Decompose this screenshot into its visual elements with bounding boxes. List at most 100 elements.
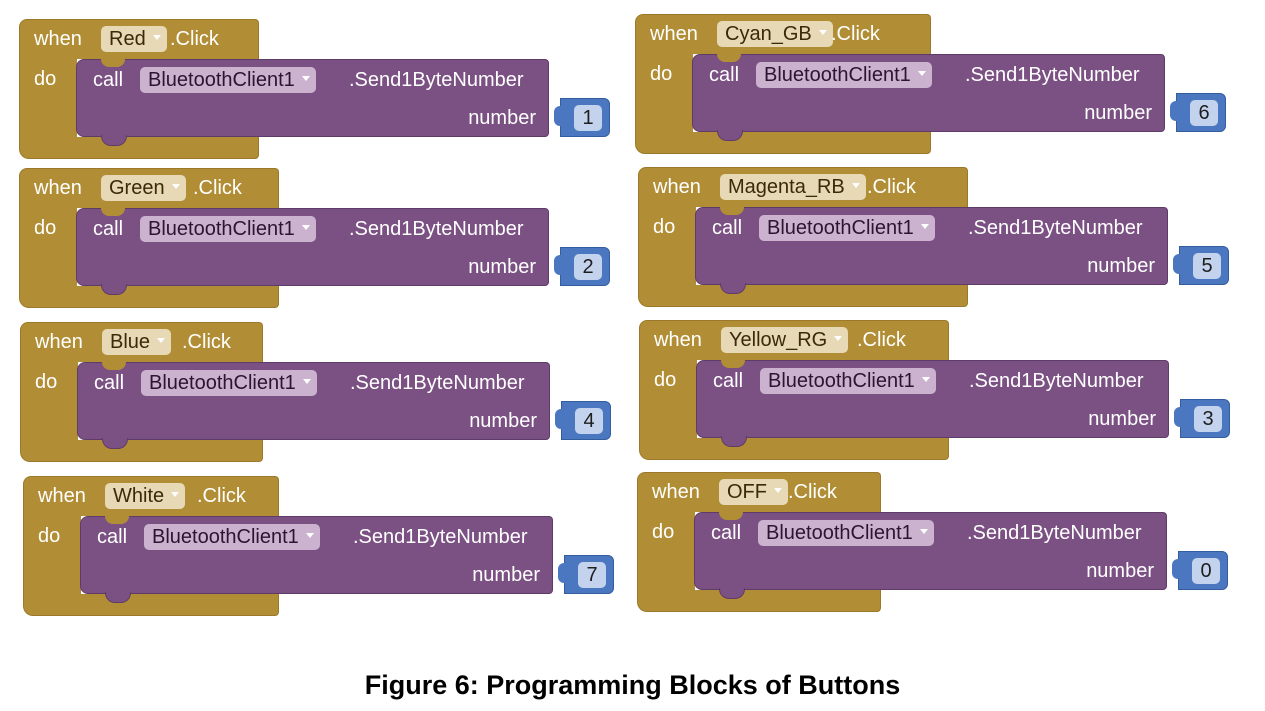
number-block[interactable]: 3: [1174, 399, 1230, 438]
number-block[interactable]: 5: [1173, 246, 1229, 285]
component-name: Red: [109, 28, 146, 50]
device-dropdown[interactable]: BluetoothClient1: [756, 62, 932, 88]
argument-label: number: [468, 256, 536, 278]
call-keyword: call: [93, 218, 124, 240]
number-block[interactable]: 4: [555, 401, 611, 440]
component-name: White: [113, 485, 165, 507]
component-dropdown[interactable]: Blue: [102, 329, 172, 355]
event-block-off[interactable]: when OFF .Click do call BluetoothClient1…: [637, 472, 1247, 614]
component-dropdown[interactable]: Red: [101, 26, 167, 52]
dropdown-caret-icon[interactable]: [171, 492, 180, 498]
number-value[interactable]: 7: [578, 562, 606, 588]
device-dropdown[interactable]: BluetoothClient1: [760, 368, 936, 394]
event-block-cyan_gb[interactable]: when Cyan_GB .Click do call BluetoothCli…: [635, 14, 1245, 156]
call-keyword: call: [97, 526, 128, 548]
component-dropdown[interactable]: Magenta_RB: [720, 174, 866, 200]
event-footer: [20, 440, 263, 462]
event-block-green[interactable]: when Green .Click do call BluetoothClien…: [19, 168, 629, 310]
number-block[interactable]: 0: [1172, 551, 1228, 590]
dropdown-caret-icon[interactable]: [302, 379, 311, 385]
event-block-red[interactable]: when Red .Click do call BluetoothClient1…: [19, 19, 629, 161]
event-block-white[interactable]: when White .Click do call BluetoothClien…: [23, 476, 633, 618]
number-value[interactable]: 3: [1194, 406, 1222, 432]
argument-label: number: [472, 564, 540, 586]
call-keyword: call: [713, 370, 744, 392]
method-name: .Send1ByteNumber: [353, 526, 528, 548]
dropdown-caret-icon[interactable]: [157, 338, 166, 344]
connector-notch: [105, 516, 129, 524]
dropdown-caret-icon[interactable]: [301, 225, 310, 231]
dropdown-caret-icon[interactable]: [818, 30, 827, 36]
dropdown-caret-icon[interactable]: [851, 183, 860, 189]
event-footer: [19, 286, 279, 308]
method-name: .Send1ByteNumber: [349, 218, 524, 240]
do-keyword: do: [34, 217, 57, 239]
event-name: .Click: [831, 23, 880, 45]
event-name: .Click: [170, 28, 219, 50]
device-dropdown[interactable]: BluetoothClient1: [759, 215, 935, 241]
call-block[interactable]: call BluetoothClient1 .Send1ByteNumber n…: [76, 59, 549, 146]
component-name: Yellow_RG: [729, 329, 828, 351]
number-value[interactable]: 5: [1193, 253, 1221, 279]
device-dropdown[interactable]: BluetoothClient1: [758, 520, 934, 546]
component-name: Green: [109, 177, 165, 199]
call-block[interactable]: call BluetoothClient1 .Send1ByteNumber n…: [694, 512, 1167, 599]
dropdown-caret-icon[interactable]: [152, 35, 161, 41]
do-keyword: do: [653, 216, 676, 238]
do-keyword: do: [650, 63, 673, 85]
component-dropdown[interactable]: Yellow_RG: [721, 327, 849, 353]
method-name: .Send1ByteNumber: [350, 372, 525, 394]
connector-notch: [717, 54, 741, 62]
call-block[interactable]: call BluetoothClient1 .Send1ByteNumber n…: [80, 516, 553, 603]
device-name: BluetoothClient1: [149, 372, 296, 394]
call-keyword: call: [94, 372, 125, 394]
argument-label: number: [468, 107, 536, 129]
dropdown-caret-icon[interactable]: [774, 488, 782, 494]
device-dropdown[interactable]: BluetoothClient1: [141, 370, 317, 396]
device-dropdown[interactable]: BluetoothClient1: [140, 67, 316, 93]
when-keyword: when: [653, 176, 701, 198]
device-dropdown[interactable]: BluetoothClient1: [140, 216, 316, 242]
number-block[interactable]: 2: [554, 247, 610, 286]
connector-notch: [719, 512, 743, 520]
component-dropdown[interactable]: Cyan_GB: [717, 21, 833, 47]
when-keyword: when: [650, 23, 698, 45]
connector-notch: [101, 59, 125, 67]
number-value[interactable]: 4: [575, 408, 603, 434]
event-footer: [637, 590, 881, 612]
dropdown-caret-icon[interactable]: [917, 71, 926, 77]
number-value[interactable]: 1: [574, 105, 602, 131]
call-block[interactable]: call BluetoothClient1 .Send1ByteNumber n…: [695, 207, 1168, 294]
event-block-yellow_rg[interactable]: when Yellow_RG .Click do call BluetoothC…: [639, 320, 1249, 462]
call-block[interactable]: call BluetoothClient1 .Send1ByteNumber n…: [76, 208, 549, 295]
dropdown-caret-icon[interactable]: [921, 377, 930, 383]
dropdown-caret-icon[interactable]: [919, 529, 928, 535]
component-dropdown[interactable]: White: [105, 483, 186, 509]
event-name: .Click: [197, 485, 246, 507]
device-dropdown[interactable]: BluetoothClient1: [144, 524, 320, 550]
when-keyword: when: [652, 481, 700, 503]
device-name: BluetoothClient1: [766, 522, 913, 544]
do-keyword: do: [652, 521, 675, 543]
call-block[interactable]: call BluetoothClient1 .Send1ByteNumber n…: [77, 362, 550, 449]
number-value[interactable]: 2: [574, 254, 602, 280]
when-keyword: when: [654, 329, 702, 351]
dropdown-caret-icon[interactable]: [171, 184, 180, 190]
number-block[interactable]: 6: [1170, 93, 1226, 132]
event-name: .Click: [193, 177, 242, 199]
dropdown-caret-icon[interactable]: [920, 224, 929, 230]
number-block[interactable]: 7: [558, 555, 614, 594]
call-block[interactable]: call BluetoothClient1 .Send1ByteNumber n…: [692, 54, 1165, 141]
dropdown-caret-icon[interactable]: [305, 533, 314, 539]
number-block[interactable]: 1: [554, 98, 610, 137]
dropdown-caret-icon[interactable]: [834, 336, 843, 342]
component-dropdown[interactable]: Green: [101, 175, 186, 201]
call-block[interactable]: call BluetoothClient1 .Send1ByteNumber n…: [696, 360, 1169, 447]
event-block-magenta_rb[interactable]: when Magenta_RB .Click do call Bluetooth…: [638, 167, 1248, 309]
component-dropdown[interactable]: OFF: [719, 479, 788, 505]
number-value[interactable]: 0: [1192, 558, 1220, 584]
event-block-blue[interactable]: when Blue .Click do call BluetoothClient…: [20, 322, 630, 464]
dropdown-caret-icon[interactable]: [301, 76, 310, 82]
connector-notch: [721, 360, 745, 368]
number-value[interactable]: 6: [1190, 100, 1218, 126]
